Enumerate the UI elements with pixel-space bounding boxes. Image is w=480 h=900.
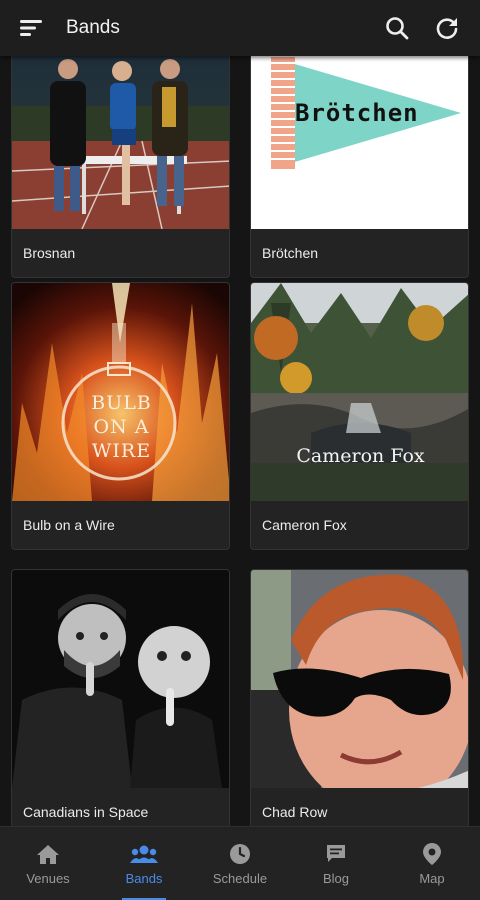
band-photo: BULB ON A WIRE xyxy=(12,283,229,501)
band-card[interactable]: Canadians in Space xyxy=(11,569,230,826)
band-card[interactable]: BULB ON A WIRE Bulb on a Wire xyxy=(11,282,230,550)
band-logo: Brötchen xyxy=(251,56,468,229)
band-photo: Cameron Fox xyxy=(251,283,468,501)
nav-venues[interactable]: Venues xyxy=(0,827,96,900)
band-photo xyxy=(12,570,229,788)
band-card[interactable]: Chad Row xyxy=(250,569,469,826)
band-card[interactable]: Brötchen Brötchen xyxy=(250,56,469,278)
nav-label: Blog xyxy=(322,871,350,886)
nav-map[interactable]: Map xyxy=(384,827,480,900)
nav-label: Venues xyxy=(26,871,70,886)
band-name: Chad Row xyxy=(262,804,328,820)
home-icon xyxy=(37,845,59,864)
band-name: Brosnan xyxy=(23,245,76,261)
search-button[interactable] xyxy=(372,0,422,56)
bottom-navigation: Venues Bands Schedule Blog Map xyxy=(0,826,480,900)
refresh-icon xyxy=(436,18,458,39)
menu-button[interactable] xyxy=(0,0,62,56)
app-bar: Bands xyxy=(0,0,480,56)
band-card[interactable]: Brosnan xyxy=(11,56,230,278)
artwork-text: BULB ON A WIRE xyxy=(91,392,152,462)
nav-label: Bands xyxy=(125,871,163,886)
band-name: Cameron Fox xyxy=(262,517,347,533)
band-card[interactable]: Cameron Fox Cameron Fox xyxy=(250,282,469,550)
band-name: Bulb on a Wire xyxy=(23,517,115,533)
nav-blog[interactable]: Blog xyxy=(288,827,384,900)
nav-label: Schedule xyxy=(212,871,268,886)
band-name: Brötchen xyxy=(262,245,319,261)
nav-label: Map xyxy=(419,871,445,886)
page-title: Bands xyxy=(66,17,120,38)
band-photo xyxy=(12,56,229,229)
refresh-button[interactable] xyxy=(422,0,472,56)
bands-grid[interactable]: Brosnan Brötchen Brötchen BULB ON A WIRE… xyxy=(0,56,480,826)
nav-bands[interactable]: Bands xyxy=(96,827,192,900)
logo-text: Brötchen xyxy=(295,99,419,127)
hamburger-menu-icon xyxy=(20,20,42,36)
clock-icon xyxy=(230,844,250,864)
band-name: Canadians in Space xyxy=(23,804,149,820)
nav-schedule[interactable]: Schedule xyxy=(192,827,288,900)
group-icon xyxy=(130,845,158,863)
artwork-text: Cameron Fox xyxy=(296,445,425,467)
search-icon xyxy=(386,17,409,40)
chat-icon xyxy=(327,845,345,862)
band-photo xyxy=(251,570,468,788)
map-pin-icon xyxy=(423,843,441,865)
